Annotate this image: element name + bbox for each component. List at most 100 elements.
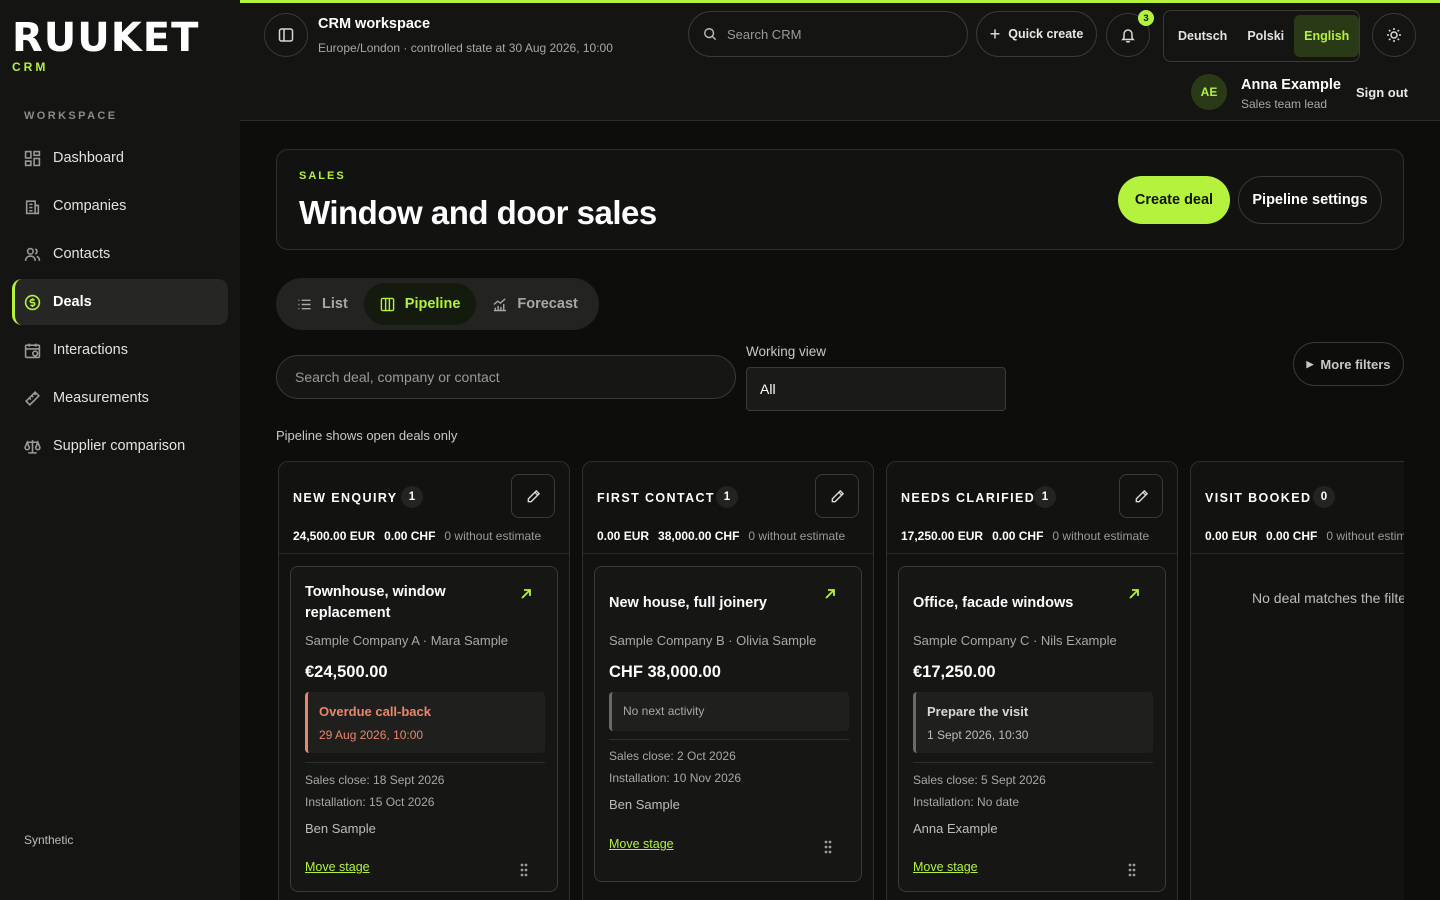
working-view-select[interactable]: All: [746, 367, 1006, 411]
brand-logo[interactable]: RUUKET CRM: [12, 16, 199, 74]
working-view-label: Working view: [746, 344, 827, 359]
language-option-english[interactable]: English: [1294, 15, 1360, 57]
sidebar-item-contacts[interactable]: Contacts: [12, 231, 228, 277]
tab-label: Pipeline: [404, 296, 461, 312]
column-title: VISIT BOOKED: [1205, 491, 1312, 505]
next-activity[interactable]: Overdue call-back 29 Aug 2026, 10:00: [305, 692, 545, 753]
sales-close-date: Sales close: 18 Sept 2026: [305, 773, 445, 787]
ruler-icon: [24, 390, 41, 406]
move-stage-link[interactable]: Move stage: [913, 860, 978, 874]
plus-icon: +: [989, 23, 1001, 44]
sidebar-item-interactions[interactable]: Interactions: [12, 327, 228, 373]
card-divider: [305, 762, 545, 763]
move-stage-link[interactable]: Move stage: [609, 837, 674, 851]
edit-stage-button[interactable]: [1119, 474, 1163, 518]
global-search-input[interactable]: Search CRM: [688, 11, 968, 57]
sidebar-item-companies[interactable]: Companies: [12, 183, 228, 229]
drag-handle-icon[interactable]: [824, 840, 832, 854]
pencil-icon: [527, 489, 540, 502]
deal-owner: Ben Sample: [305, 821, 376, 836]
user-name: Anna Example: [1241, 77, 1341, 93]
contacts-icon: [24, 247, 41, 261]
scale-icon: [24, 439, 41, 454]
column-divider: [887, 553, 1177, 554]
deal-amount: CHF 38,000.00: [609, 663, 721, 681]
column-divider: [1191, 553, 1404, 554]
pencil-icon: [831, 489, 844, 502]
sidebar-footer: Synthetic: [24, 833, 74, 847]
next-activity[interactable]: Prepare the visit 1 Sept 2026, 10:30: [913, 692, 1153, 753]
sidebar-section-label: WORKSPACE: [24, 110, 118, 122]
sidebar-toggle-icon: [278, 28, 294, 42]
deal-amount: €17,250.00: [913, 663, 996, 681]
deal-search-input[interactable]: Search deal, company or contact: [276, 355, 736, 399]
deal-title[interactable]: Townhouse, window replacement: [305, 582, 515, 624]
page-kicker: SALES: [299, 170, 346, 182]
working-view-value: All: [760, 381, 776, 397]
next-activity[interactable]: No next activity: [609, 692, 849, 731]
edit-stage-button[interactable]: [815, 474, 859, 518]
more-filters-button[interactable]: ▶ More filters: [1293, 342, 1404, 386]
move-stage-link[interactable]: Move stage: [305, 860, 370, 874]
column-sum-eur: 24,500.00 EUR: [293, 529, 376, 543]
open-deal-arrow-icon[interactable]: [823, 587, 837, 601]
installation-date: Installation: No date: [913, 795, 1020, 809]
language-option-deutsch[interactable]: Deutsch: [1168, 15, 1237, 57]
column-count-badge: 1: [401, 486, 423, 508]
pipeline-column: NEW ENQUIRY 1 24,500.00 EUR 0.00 CHF 0 wit…: [278, 461, 570, 900]
language-switcher: Deutsch Polski English: [1163, 10, 1360, 62]
deal-card[interactable]: Townhouse, window replacement Sample Com…: [290, 566, 558, 892]
quick-create-button[interactable]: + Quick create: [976, 11, 1097, 57]
tab-pipeline[interactable]: Pipeline: [363, 283, 477, 325]
column-totals: 17,250.00 EUR 0.00 CHF 0 without estimate: [901, 529, 1149, 543]
create-deal-button[interactable]: Create deal: [1118, 176, 1230, 224]
deal-card[interactable]: New house, full joinery Sample Company B…: [594, 566, 862, 882]
drag-handle-icon[interactable]: [520, 863, 528, 877]
column-sum-chf: 0.00 CHF: [1266, 529, 1318, 543]
list-icon: [298, 299, 311, 309]
open-deal-arrow-icon[interactable]: [519, 587, 533, 601]
edit-stage-button[interactable]: [511, 474, 555, 518]
deal-title[interactable]: New house, full joinery: [609, 593, 819, 614]
tab-list[interactable]: List: [281, 283, 364, 325]
tab-forecast[interactable]: Forecast: [476, 283, 593, 325]
activity-date: 29 Aug 2026, 10:00: [319, 728, 424, 742]
theme-toggle-button[interactable]: [1372, 13, 1416, 57]
deal-title[interactable]: Office, facade windows: [913, 593, 1123, 614]
column-sum-chf: 38,000.00 CHF: [658, 529, 740, 543]
brand-product: CRM: [12, 60, 49, 74]
column-count-badge: 0: [1313, 486, 1335, 508]
column-no-estimate: 0 without estimate: [444, 529, 542, 543]
avatar[interactable]: AE: [1191, 74, 1227, 110]
deal-card[interactable]: Office, facade windows Sample Company C …: [898, 566, 1166, 892]
workspace-subtitle: Europe/London · controlled state at 30 A…: [318, 41, 613, 55]
open-deal-arrow-icon[interactable]: [1127, 587, 1141, 601]
sidebar-item-deals[interactable]: Deals: [12, 279, 228, 325]
toggle-sidebar-button[interactable]: [264, 13, 308, 57]
sidebar-item-label: Companies: [53, 198, 127, 214]
search-icon: [704, 28, 717, 41]
pipeline-settings-button[interactable]: Pipeline settings: [1238, 176, 1382, 224]
sidebar-item-label: Supplier comparison: [53, 438, 186, 454]
sidebar-item-dashboard[interactable]: Dashboard: [12, 135, 228, 181]
language-option-polski[interactable]: Polski: [1237, 15, 1294, 57]
tab-label: List: [322, 296, 348, 312]
column-no-estimate: 0 without estimate: [1326, 529, 1404, 543]
view-switcher: List Pipeline Forecast: [276, 278, 599, 330]
sidebar-item-supplier-comparison[interactable]: Supplier comparison: [12, 423, 228, 469]
drag-handle-icon[interactable]: [1128, 863, 1136, 877]
sign-out-button[interactable]: Sign out: [1356, 85, 1408, 100]
column-totals: 0.00 EUR 38,000.00 CHF 0 without estimate: [597, 529, 845, 543]
pipeline-column: NEEDS CLARIFIED 1 17,250.00 EUR 0.00 CHF 0…: [886, 461, 1178, 900]
card-divider: [913, 762, 1153, 763]
column-no-estimate: 0 without estimate: [748, 529, 846, 543]
installation-date: Installation: 15 Oct 2026: [305, 795, 435, 809]
calendar-icon: [24, 343, 41, 358]
card-divider: [609, 739, 849, 740]
sidebar-item-measurements[interactable]: Measurements: [12, 375, 228, 421]
column-totals: 0.00 EUR 0.00 CHF 0 without estimate: [1205, 529, 1404, 543]
activity-date: 1 Sept 2026, 10:30: [927, 728, 1029, 742]
installation-date: Installation: 10 Nov 2026: [609, 771, 742, 785]
pencil-icon: [1135, 489, 1148, 502]
bell-icon: [1121, 29, 1135, 43]
